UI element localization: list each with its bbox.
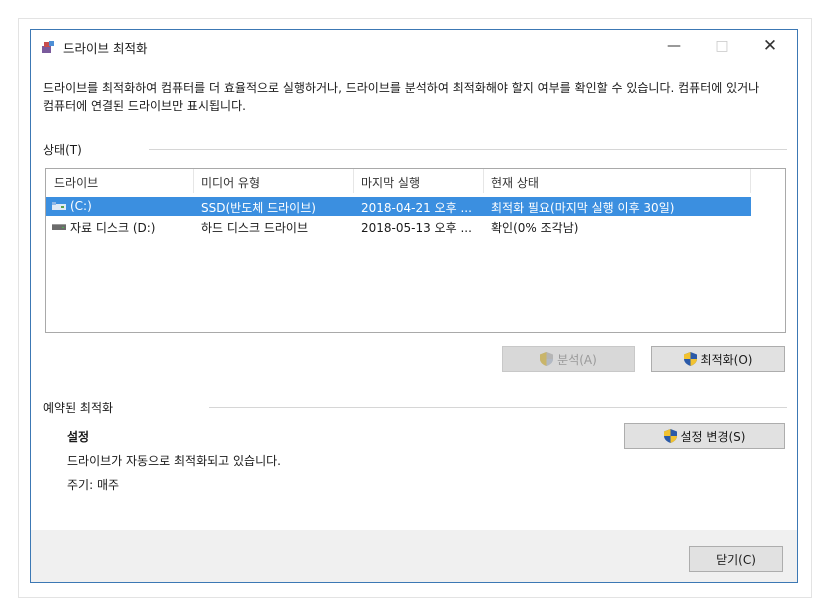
dialog-footer bbox=[31, 530, 797, 582]
change-settings-button[interactable]: 설정 변경(S) bbox=[624, 423, 785, 449]
close-window-button[interactable]: ✕ bbox=[747, 32, 793, 60]
scheduled-frequency-text: 주기: 매주 bbox=[67, 478, 120, 492]
uac-shield-icon bbox=[663, 429, 677, 443]
column-separator[interactable] bbox=[483, 169, 484, 193]
current-status: 최적화 필요(마지막 실행 이후 30일) bbox=[491, 201, 675, 215]
maximize-icon: □ bbox=[715, 38, 729, 54]
column-header-drive[interactable]: 드라이브 bbox=[54, 174, 98, 191]
column-header-current-status[interactable]: 현재 상태 bbox=[491, 174, 539, 191]
column-header-last-run[interactable]: 마지막 실행 bbox=[361, 174, 420, 191]
close-button-label: 닫기(C) bbox=[716, 552, 756, 567]
scheduled-heading: 설정 bbox=[67, 430, 90, 444]
drive-optimizer-window: 드라이브 최적화 — □ ✕ 드라이브를 최적화하여 컴퓨터를 더 효율적으로 … bbox=[30, 29, 798, 583]
drive-row-d[interactable]: 자료 디스크 (D:) 하드 디스크 드라이브 2018-05-13 오후 ..… bbox=[46, 217, 751, 236]
ssd-drive-icon bbox=[52, 202, 66, 210]
last-run: 2018-04-21 오후 ... bbox=[361, 201, 472, 215]
status-group-label: 상태(T) bbox=[43, 143, 82, 157]
drive-name: 자료 디스크 (D:) bbox=[70, 221, 156, 235]
minimize-icon: — bbox=[667, 38, 681, 54]
scheduled-group-divider bbox=[209, 407, 787, 408]
analyze-button-label: 분석(A) bbox=[557, 352, 597, 367]
current-status: 확인(0% 조각남) bbox=[491, 221, 579, 235]
drive-name: (C:) bbox=[70, 199, 92, 213]
media-type: SSD(반도체 드라이브) bbox=[201, 201, 316, 215]
description-text: 드라이브를 최적화하여 컴퓨터를 더 효율적으로 실행하거나, 드라이브를 분석… bbox=[43, 81, 760, 113]
title-bar[interactable]: 드라이브 최적화 — □ ✕ bbox=[31, 30, 797, 62]
column-separator[interactable] bbox=[353, 169, 354, 193]
drive-list-header: 드라이브 미디어 유형 마지막 실행 현재 상태 bbox=[46, 169, 785, 193]
media-type: 하드 디스크 드라이브 bbox=[201, 221, 308, 235]
optimize-button-label: 최적화(O) bbox=[700, 352, 753, 367]
window-title: 드라이브 최적화 bbox=[63, 41, 148, 56]
defrag-app-icon bbox=[42, 41, 54, 53]
optimize-button[interactable]: 최적화(O) bbox=[651, 346, 785, 372]
drive-list[interactable]: 드라이브 미디어 유형 마지막 실행 현재 상태 (C:) SSD(반도체 드라… bbox=[45, 168, 786, 333]
last-run: 2018-05-13 오후 ... bbox=[361, 221, 472, 235]
column-separator[interactable] bbox=[750, 169, 751, 193]
close-button[interactable]: 닫기(C) bbox=[689, 546, 783, 572]
status-group-divider bbox=[149, 149, 787, 150]
close-icon: ✕ bbox=[762, 36, 778, 56]
column-header-media-type[interactable]: 미디어 유형 bbox=[201, 174, 260, 191]
uac-shield-icon bbox=[683, 352, 697, 366]
maximize-button[interactable]: □ bbox=[699, 32, 745, 60]
hdd-drive-icon bbox=[52, 224, 66, 230]
analyze-button[interactable]: 분석(A) bbox=[502, 346, 635, 372]
minimize-button[interactable]: — bbox=[651, 32, 697, 60]
column-separator[interactable] bbox=[193, 169, 194, 193]
scheduled-group-label: 예약된 최적화 bbox=[43, 401, 114, 415]
scheduled-status-text: 드라이브가 자동으로 최적화되고 있습니다. bbox=[67, 454, 281, 468]
drive-row-c[interactable]: (C:) SSD(반도체 드라이브) 2018-04-21 오후 ... 최적화… bbox=[46, 197, 751, 216]
uac-shield-icon bbox=[540, 352, 554, 366]
change-settings-label: 설정 변경(S) bbox=[680, 429, 746, 444]
